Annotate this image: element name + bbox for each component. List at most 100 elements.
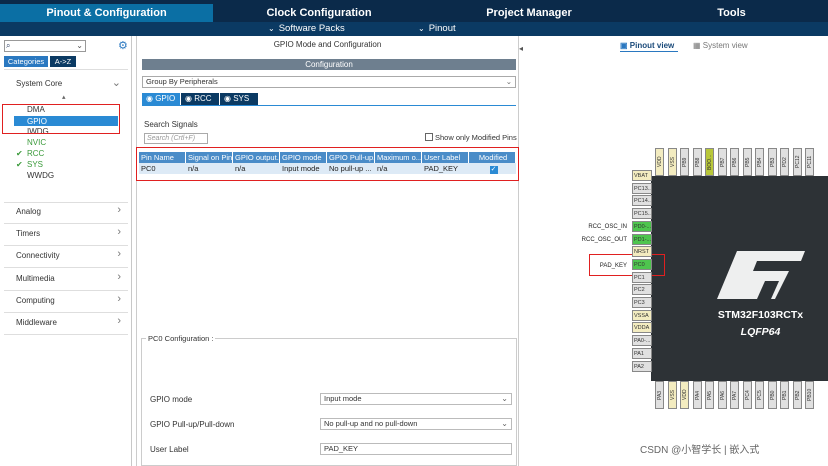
tab-a-z[interactable]: A->Z bbox=[50, 56, 76, 67]
pin-left-8[interactable]: PC1 bbox=[632, 271, 652, 283]
divider bbox=[4, 69, 128, 70]
pin-left-0[interactable]: VBAT bbox=[632, 170, 652, 181]
chevron-down-icon: ⌄ bbox=[418, 24, 425, 33]
gear-icon[interactable]: ⚙ bbox=[118, 39, 128, 52]
pc0-config-title: PC0 Configuration : bbox=[146, 334, 216, 343]
category-system-core[interactable]: System Core bbox=[16, 79, 62, 88]
category-analog[interactable]: Analog bbox=[16, 207, 41, 216]
pin-9[interactable]: PB3 bbox=[767, 148, 777, 176]
divider bbox=[4, 223, 128, 224]
user-label-input[interactable]: PAD_KEY bbox=[320, 443, 512, 455]
gpio-pull-select[interactable]: No pull-up and no pull-down ⌄ bbox=[320, 418, 512, 430]
signal-label-osc-out: RCC_OSC_OUT bbox=[581, 237, 627, 243]
pin-left-1[interactable]: PC13... bbox=[632, 182, 652, 194]
pin-left-11[interactable]: VSSA bbox=[632, 309, 652, 321]
search-icon: ⌕ bbox=[6, 41, 11, 50]
tab-project-manager[interactable]: Project Manager bbox=[425, 4, 633, 22]
pin-bottom-12[interactable]: PB10 bbox=[805, 381, 814, 409]
pin-bottom-3[interactable]: PA4 bbox=[692, 381, 702, 409]
category-connectivity[interactable]: Connectivity bbox=[16, 251, 60, 260]
pin-left-10[interactable]: PC3 bbox=[632, 297, 652, 308]
pin-left-15[interactable]: PA2 bbox=[632, 360, 652, 372]
group-by-select[interactable]: Group By Peripherals ⌄ bbox=[142, 76, 516, 88]
system-view-tab[interactable]: ▦ System view bbox=[693, 41, 748, 50]
gpio-mode-select[interactable]: Input mode ⌄ bbox=[320, 393, 512, 405]
category-middleware[interactable]: Middleware bbox=[16, 318, 57, 327]
pin-4[interactable]: BOO... bbox=[705, 148, 714, 176]
pin-0[interactable]: VDD bbox=[655, 148, 664, 176]
search-signals-input[interactable]: Search (Crtl+F) bbox=[144, 133, 208, 144]
chevron-right-icon[interactable]: › bbox=[117, 293, 121, 305]
highlight-box bbox=[589, 254, 665, 276]
pin-2[interactable]: PB9 bbox=[680, 148, 689, 176]
pin-bottom-1[interactable]: VSS bbox=[667, 381, 677, 409]
sidebar-search-input[interactable]: ⌕ ⌄ bbox=[4, 40, 86, 52]
pin-left-4[interactable]: PD0-... bbox=[632, 220, 652, 232]
pin-left-6[interactable]: NRST bbox=[632, 246, 652, 258]
divider bbox=[142, 105, 516, 106]
pin-bottom-6[interactable]: PA7 bbox=[730, 381, 739, 409]
pin-left-2[interactable]: PC14... bbox=[632, 195, 652, 207]
pin-left-9[interactable]: PC2 bbox=[632, 284, 652, 296]
collapse-arrow-icon[interactable]: ▴ bbox=[62, 93, 66, 101]
grid-icon: ▦ bbox=[693, 41, 701, 50]
pinout-menu[interactable]: ⌄ Pinout bbox=[418, 22, 456, 36]
pin-7[interactable]: PB5 bbox=[742, 148, 752, 176]
software-packs-menu[interactable]: ⌄ Software Packs bbox=[268, 22, 345, 36]
chevron-right-icon[interactable]: › bbox=[117, 204, 121, 216]
tab-categories[interactable]: Categories bbox=[4, 56, 48, 67]
signal-label-osc-in: RCC_OSC_IN bbox=[588, 224, 627, 230]
sidebar-item-nvic[interactable]: NVIC bbox=[27, 138, 46, 147]
pin-3[interactable]: PB8 bbox=[692, 148, 702, 176]
pin-8[interactable]: PB4 bbox=[755, 148, 764, 176]
pin-5[interactable]: PB7 bbox=[717, 148, 727, 176]
category-timers[interactable]: Timers bbox=[16, 229, 40, 238]
pin-bottom-0[interactable]: PA3 bbox=[655, 381, 664, 409]
chevron-down-icon: ⌄ bbox=[76, 41, 83, 50]
collapse-handle-icon[interactable]: ◂ bbox=[519, 44, 523, 53]
category-multimedia[interactable]: Multimedia bbox=[16, 274, 55, 283]
chevron-down-icon[interactable]: ⌄ bbox=[112, 76, 121, 89]
pin-left-7[interactable]: PC0 bbox=[632, 258, 652, 270]
tab-pinout-configuration[interactable]: Pinout & Configuration bbox=[0, 4, 213, 22]
sidebar-item-sys[interactable]: SYS bbox=[27, 160, 43, 169]
gpio-config-panel: GPIO Mode and Configuration Configuratio… bbox=[136, 36, 519, 466]
pin-left-13[interactable]: PA0-... bbox=[632, 335, 652, 347]
pin-left-12[interactable]: VDDA bbox=[632, 322, 652, 334]
pin-left-3[interactable]: PC15... bbox=[632, 208, 652, 220]
pinout-view-tab[interactable]: ▣ Pinout view bbox=[620, 41, 674, 50]
gpio-mode-label: GPIO mode bbox=[150, 395, 193, 404]
category-computing[interactable]: Computing bbox=[16, 296, 55, 305]
pin-1[interactable]: VSS bbox=[667, 148, 677, 176]
pin-6[interactable]: PB6 bbox=[730, 148, 739, 176]
chip-name: STM32F103RCTx bbox=[717, 309, 804, 321]
tab-tools[interactable]: Tools bbox=[635, 4, 828, 22]
pin-12[interactable]: PC11 bbox=[805, 148, 814, 176]
pin-bottom-11[interactable]: PB2 bbox=[792, 381, 802, 409]
tab-sys[interactable]: ◉ SYS bbox=[220, 93, 258, 105]
tab-clock-configuration[interactable]: Clock Configuration bbox=[215, 4, 423, 22]
pin-bottom-10[interactable]: PB1 bbox=[780, 381, 789, 409]
pin-bottom-8[interactable]: PC5 bbox=[755, 381, 764, 409]
pin-bottom-2[interactable]: VDD bbox=[680, 381, 689, 409]
pin-11[interactable]: PC12 bbox=[792, 148, 802, 176]
pinout-menu-label: Pinout bbox=[428, 23, 456, 34]
chevron-right-icon[interactable]: › bbox=[117, 315, 121, 327]
pin-bottom-5[interactable]: PA6 bbox=[717, 381, 727, 409]
chevron-right-icon[interactable]: › bbox=[117, 226, 121, 238]
sidebar-item-wwdg[interactable]: WWDG bbox=[27, 171, 54, 180]
show-modified-checkbox[interactable] bbox=[425, 133, 433, 141]
pin-bottom-4[interactable]: PA5 bbox=[705, 381, 714, 409]
chevron-right-icon[interactable]: › bbox=[117, 271, 121, 283]
pin-left-14[interactable]: PA1 bbox=[632, 347, 652, 359]
group-by-value: Group By Peripherals bbox=[146, 77, 218, 86]
sidebar-item-rcc[interactable]: RCC bbox=[27, 149, 44, 158]
pin-bottom-7[interactable]: PC4 bbox=[742, 381, 752, 409]
pin-left-5[interactable]: PD1-... bbox=[632, 233, 652, 245]
pin-bottom-9[interactable]: PB0 bbox=[767, 381, 777, 409]
chevron-right-icon[interactable]: › bbox=[117, 248, 121, 260]
divider bbox=[4, 290, 128, 291]
tab-rcc[interactable]: ◉ RCC bbox=[181, 93, 219, 105]
tab-gpio[interactable]: ◉ GPIO bbox=[142, 93, 180, 105]
pin-10[interactable]: PD2 bbox=[780, 148, 789, 176]
